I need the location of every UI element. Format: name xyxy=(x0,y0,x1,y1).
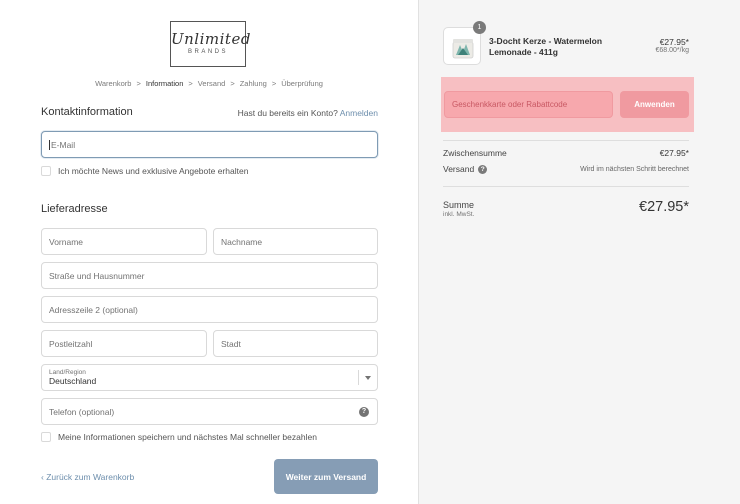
total-tax-note: inkl. MwSt. xyxy=(443,211,475,218)
contact-heading: Kontaktinformation xyxy=(41,106,133,118)
quantity-badge: 1 xyxy=(473,21,486,34)
email-field[interactable]: E-Mail xyxy=(41,131,378,158)
zip-placeholder: Postleitzahl xyxy=(49,338,93,349)
checkbox-icon[interactable] xyxy=(41,432,51,442)
question-icon[interactable]: ? xyxy=(359,407,369,417)
chevron-right-icon: > xyxy=(271,79,277,88)
country-value: Deutschland xyxy=(49,375,97,386)
checkbox-icon[interactable] xyxy=(41,166,51,176)
subtotal-label: Zwischensumme xyxy=(443,148,507,158)
newsletter-checkbox[interactable]: Ich möchte News und exklusive Angebote e… xyxy=(41,166,248,176)
back-to-cart-link[interactable]: ‹ Zurück zum Warenkorb xyxy=(41,472,134,482)
firstname-placeholder: Vorname xyxy=(49,236,84,247)
phone-field[interactable]: Telefon (optional) ? xyxy=(41,398,378,425)
shipping-label: Versand xyxy=(443,164,475,174)
product-name: 3-Docht Kerze - Watermelon Lemonade - 41… xyxy=(489,36,603,58)
crumb-ueberpruefung: Überprüfung xyxy=(281,79,323,88)
save-info-label: Meine Informationen speichern und nächst… xyxy=(58,432,317,442)
account-question: Hast du bereits ein Konto? xyxy=(237,108,338,118)
discount-code-input[interactable]: Geschenkkarte oder Rabattcode xyxy=(444,91,613,118)
shipping-heading: Lieferadresse xyxy=(41,203,108,215)
city-placeholder: Stadt xyxy=(221,338,241,349)
discount-placeholder: Geschenkkarte oder Rabattcode xyxy=(452,100,568,109)
brand-logo[interactable]: Unlimited BRANDS xyxy=(170,21,251,67)
product-unit-price: €68.00*/kg xyxy=(655,47,689,54)
logo-wordmark: BRANDS xyxy=(187,49,228,55)
crumb-warenkorb[interactable]: Warenkorb xyxy=(95,79,131,88)
question-icon[interactable]: ? xyxy=(478,165,488,175)
continue-to-shipping-button[interactable]: Weiter zum Versand xyxy=(274,459,378,494)
chevron-down-icon xyxy=(365,376,371,380)
crumb-information: Information xyxy=(145,79,184,88)
crumb-zahlung: Zahlung xyxy=(239,79,267,88)
order-summary-panel xyxy=(418,0,740,504)
text-cursor xyxy=(49,139,50,150)
address2-placeholder: Adresszeile 2 (optional) xyxy=(49,304,138,315)
street-field[interactable]: Straße und Hausnummer xyxy=(41,262,378,289)
shipping-row: Versand? xyxy=(443,164,488,175)
lastname-placeholder: Nachname xyxy=(221,236,263,247)
address2-field[interactable]: Adresszeile 2 (optional) xyxy=(41,296,378,323)
apply-discount-button[interactable]: Anwenden xyxy=(620,91,689,118)
country-select[interactable]: Land/Region Deutschland xyxy=(41,364,378,391)
street-placeholder: Straße und Hausnummer xyxy=(49,270,145,281)
candle-icon xyxy=(452,39,474,59)
summary-divider xyxy=(443,186,689,187)
summary-divider xyxy=(443,140,689,141)
newsletter-label: Ich möchte News und exklusive Angebote e… xyxy=(58,166,249,176)
login-prompt: Hast du bereits ein Konto? Anmelden xyxy=(238,108,378,118)
crumb-versand: Versand xyxy=(197,79,226,88)
login-link[interactable]: Anmelden xyxy=(340,108,378,118)
total-value: €27.95* xyxy=(639,199,689,215)
subtotal-value: €27.95* xyxy=(659,148,689,158)
logo-script: Unlimited xyxy=(171,30,251,48)
zip-field[interactable]: Postleitzahl xyxy=(41,330,207,357)
product-price: €27.95* xyxy=(659,37,689,47)
email-placeholder: E-Mail xyxy=(51,139,76,150)
select-divider xyxy=(358,370,359,385)
chevron-right-icon: > xyxy=(188,79,193,88)
total-label: Summe xyxy=(443,200,475,210)
checkout-form-panel: Unlimited BRANDS Warenkorb > Information > V… xyxy=(0,0,418,504)
chevron-right-icon: > xyxy=(136,79,141,88)
lastname-field[interactable]: Nachname xyxy=(213,228,378,255)
firstname-field[interactable]: Vorname xyxy=(41,228,207,255)
save-info-checkbox[interactable]: Meine Informationen speichern und nächst… xyxy=(41,432,317,442)
breadcrumb: Warenkorb > Information > Versand > Zahlung > Üb… xyxy=(0,79,418,88)
city-field[interactable]: Stadt xyxy=(213,330,378,357)
phone-placeholder: Telefon (optional) xyxy=(49,406,115,417)
chevron-right-icon: > xyxy=(230,79,235,88)
shipping-value: Wird im nächsten Schritt berechnet xyxy=(580,166,689,173)
country-label: Land/Region xyxy=(49,368,86,376)
